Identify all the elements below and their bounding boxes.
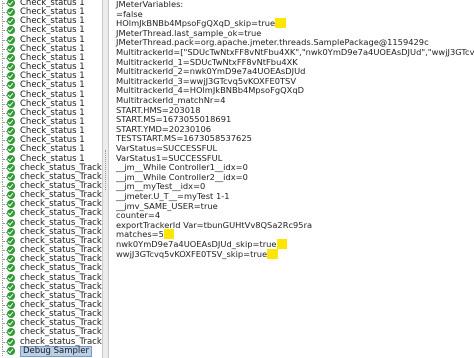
success-check-icon [7,347,15,355]
highlight-mark [163,229,175,239]
variable-text: VarStatus=SUCCESSFUL [116,143,218,153]
success-check-icon [7,26,15,34]
variable-text: __jm__While Controller1__idx=0 [116,162,248,172]
success-check-icon [7,182,15,190]
success-check-icon [7,319,15,327]
variable-text: __jm__myTest__idx=0 [116,181,206,191]
success-check-icon [7,8,15,16]
success-check-icon [7,292,15,300]
variable-line: matches=5 [116,229,175,239]
success-check-icon [7,200,15,208]
variable-text: TESTSTART.MS=1673058537625 [116,133,252,143]
highlight-mark [267,249,278,259]
tree-item-label: check_status_Trackend [20,263,102,273]
variable-line: MultitrackerId_4=HOlmJkBNBb4MpsoFgQXqD [116,85,304,95]
success-check-icon [7,209,15,217]
success-check-icon [7,255,15,263]
success-check-icon [7,63,15,71]
tree-item[interactable]: check_status_Trackend [0,327,102,337]
variable-text: JMeterVariables: [116,0,184,9]
success-check-icon [7,173,15,181]
variable-line: __jmeter.U_T__=myTest 1-1 [116,191,230,201]
tree-item[interactable]: Check_status 1 [0,145,100,154]
success-check-icon [7,155,15,163]
tree-item[interactable]: check_status_Trackend [0,208,102,218]
variable-line: counter=4 [116,210,160,220]
variable-text: __jmeter.U_T__=myTest 1-1 [116,191,230,201]
success-check-icon [7,54,15,62]
success-check-icon [7,91,15,99]
variable-text: MultitrackerId_2=nwk0YmD9e7a4UOEAsDJUd [116,66,306,76]
variable-text: START.MS=1673055018691 [116,114,232,124]
success-check-icon [7,145,15,153]
success-check-icon [7,219,15,227]
success-check-icon [7,17,15,25]
success-check-icon [7,283,15,291]
success-check-icon [7,0,15,7]
success-check-icon [7,127,15,135]
tree-item[interactable]: Check_status 1 [0,26,100,35]
divider-grip [105,150,107,190]
variable-line: VarStatus=SUCCESSFUL [116,143,217,153]
success-check-icon [7,237,15,245]
tree-item[interactable]: check_status_Trackend [0,263,102,273]
variable-line: MultitrackerId=["SDUcTwNtxFF8vNtFbu4XK",… [116,47,474,57]
test-plan-tree[interactable]: Check_status 1 Check_status 1 Check_status… [0,0,102,358]
tree-item-label: Debug Sampler [20,346,93,357]
variable-line: HOlmJkBNBb4MpsoFgQXqD_skip=true [116,18,286,28]
tree-item-label: Check_status 1 [20,80,85,90]
success-check-icon [7,109,15,117]
success-check-icon [7,191,15,199]
variable-text: JMeterThread.pack=org.apache.jmeter.thre… [116,37,429,47]
tree-item-label: check_status_Trackend [20,327,102,337]
tree-item-label: check_status_Trackend [20,208,102,218]
success-check-icon [7,264,15,272]
variable-text: HOlmJkBNBb4MpsoFgQXqD_skip=true [116,18,276,28]
variable-line: __jm__While Controller1__idx=0 [116,162,248,172]
variable-line: __jm__myTest__idx=0 [116,181,205,191]
split-pane-divider[interactable] [102,0,109,358]
variable-text: MultitrackerId_matchNr=4 [116,95,226,105]
variable-line: TESTSTART.MS=1673058537625 [116,133,252,143]
tree-item-debug-sampler[interactable]: Debug Sampler [0,346,100,357]
variable-text: matches=5 [116,229,164,239]
success-check-icon [7,81,15,89]
success-check-icon [7,338,15,346]
variable-line: nwk0YmD9e7a4UOEAsDJUd_skip=true [116,239,288,249]
variable-text: MultitrackerId=["SDUcTwNtxFF8vNtFbu4XK",… [116,47,474,57]
variable-line: START.MS=1673055018691 [116,114,231,124]
tree-item-label: Check_status 1 [20,25,85,35]
variable-line: JMeterThread.pack=org.apache.jmeter.thre… [116,37,429,47]
variable-text: counter=4 [116,210,161,220]
variable-line: JMeterVariables: [116,0,183,9]
success-check-icon [7,100,15,108]
variable-line: MultitrackerId_2=nwk0YmD9e7a4UOEAsDJUd [116,66,305,76]
variable-line: wwjJ3GTcvq5vKOXFE0TSV_skip=true [116,249,278,259]
success-check-icon [7,246,15,254]
variable-text: wwjJ3GTcvq5vKOXFE0TSV_skip=true [116,249,268,259]
success-check-icon [7,328,15,336]
success-check-icon [7,164,15,172]
tree-item[interactable]: Check_status 1 [0,81,100,90]
success-check-icon [7,228,15,236]
success-check-icon [7,274,15,282]
success-check-icon [7,136,15,144]
success-check-icon [7,72,15,80]
highlight-mark [276,239,288,249]
success-check-icon [7,36,15,44]
success-check-icon [7,310,15,318]
success-check-icon [7,301,15,309]
variable-text: MultitrackerId_4=HOlmJkBNBb4MpsoFgQXqD [116,85,304,95]
tree-item-label: Check_status 1 [20,144,85,154]
highlight-mark [275,18,286,28]
success-check-icon [7,45,15,53]
response-data-panel: JMeterVariables: =false HOlmJkBNBb4MpsoFgQ… [110,0,474,358]
variable-text: nwk0YmD9e7a4UOEAsDJUd_skip=true [116,239,277,249]
variable-line: MultitrackerId_matchNr=4 [116,95,226,105]
success-check-icon [7,118,15,126]
